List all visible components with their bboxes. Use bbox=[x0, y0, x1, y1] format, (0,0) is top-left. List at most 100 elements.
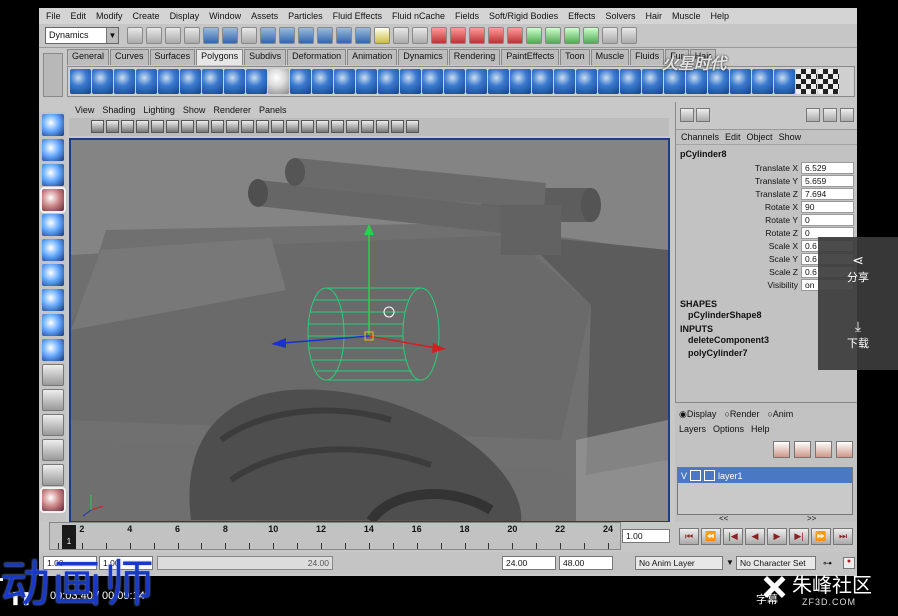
grid-toggle-icon[interactable] bbox=[241, 120, 254, 133]
save-scene-icon[interactable] bbox=[165, 27, 181, 44]
history-icon[interactable] bbox=[526, 27, 542, 44]
share-button[interactable]: ⋖ 分享 bbox=[818, 237, 898, 303]
viewport-menu-shading[interactable]: Shading bbox=[98, 105, 139, 115]
poly-bridge-icon[interactable] bbox=[444, 69, 465, 94]
wireframe-icon[interactable] bbox=[256, 120, 269, 133]
shelf-tab-toon[interactable]: Toon bbox=[560, 49, 590, 65]
paint-select-tool-icon[interactable] bbox=[41, 164, 64, 186]
shelf-side-buttons[interactable] bbox=[43, 53, 63, 97]
menu-display[interactable]: Display bbox=[165, 11, 205, 21]
attr-name[interactable]: Rotate Y bbox=[676, 215, 801, 225]
mask-surface-icon[interactable] bbox=[317, 27, 333, 44]
layout-four-icon[interactable] bbox=[41, 389, 64, 411]
mask-joint-icon[interactable] bbox=[279, 27, 295, 44]
playback-end-field[interactable]: 24.00 bbox=[502, 556, 556, 570]
soft-modification-icon[interactable] bbox=[41, 289, 64, 311]
resolution-gate-icon[interactable] bbox=[166, 120, 179, 133]
attr-name[interactable]: Rotate Z bbox=[676, 228, 801, 238]
poly-boolean-icon[interactable] bbox=[312, 69, 333, 94]
viewport-menu-panels[interactable]: Panels bbox=[255, 105, 291, 115]
mask-handle-icon[interactable] bbox=[260, 27, 276, 44]
viewport-menu-view[interactable]: View bbox=[71, 105, 98, 115]
new-layer-icon[interactable] bbox=[815, 441, 832, 458]
poly-smooth-icon[interactable] bbox=[334, 69, 355, 94]
attr-value[interactable]: 5.659 bbox=[801, 174, 854, 187]
attr-name[interactable]: Visibility bbox=[676, 280, 801, 290]
snap-point-icon[interactable] bbox=[469, 27, 485, 44]
poly-poke-icon[interactable] bbox=[642, 69, 663, 94]
poly-cube-icon[interactable] bbox=[92, 69, 113, 94]
universal-manipulator-icon[interactable] bbox=[41, 264, 64, 286]
ipr-render-icon[interactable] bbox=[583, 27, 599, 44]
rotate-tool-icon[interactable] bbox=[41, 214, 64, 236]
last-tool-icon[interactable] bbox=[41, 339, 64, 361]
menu-file[interactable]: File bbox=[41, 11, 66, 21]
mask-curve-icon[interactable] bbox=[298, 27, 314, 44]
menu-edit[interactable]: Edit bbox=[66, 11, 92, 21]
current-frame-field[interactable]: 1.00 bbox=[622, 529, 670, 543]
play-forwards-icon[interactable]: ▶ bbox=[767, 528, 787, 545]
bookmarks-icon[interactable] bbox=[121, 120, 134, 133]
wireframe-on-shaded-icon[interactable] bbox=[286, 120, 299, 133]
menu-help[interactable]: Help bbox=[705, 11, 734, 21]
shelf-tab-rendering[interactable]: Rendering bbox=[448, 49, 501, 65]
shelf-tab-surfaces[interactable]: Surfaces bbox=[149, 49, 196, 65]
layer-editor-toggle-icon[interactable] bbox=[823, 108, 837, 122]
poly-sphere-icon[interactable] bbox=[70, 69, 91, 94]
select-hierarchy-icon[interactable] bbox=[184, 27, 200, 44]
poly-torus-icon[interactable] bbox=[180, 69, 201, 94]
new-layer-selected-icon[interactable] bbox=[836, 441, 853, 458]
attribute-editor-toggle-icon[interactable] bbox=[696, 108, 710, 122]
shelf-tab-fluids[interactable]: Fluids bbox=[630, 49, 665, 65]
poly-separate-icon[interactable] bbox=[290, 69, 311, 94]
poly-merge-icon[interactable] bbox=[576, 69, 597, 94]
film-gate-icon[interactable] bbox=[151, 120, 164, 133]
menu-modify[interactable]: Modify bbox=[91, 11, 128, 21]
channel-box-options-icon[interactable] bbox=[840, 108, 854, 122]
select-component-icon[interactable] bbox=[222, 27, 238, 44]
time-ruler[interactable]: 1 2 4 6 8 10 12 14 16 18 20 22 24 bbox=[49, 522, 621, 550]
layer-row[interactable]: V layer1 bbox=[678, 468, 852, 483]
poly-collapse-icon[interactable] bbox=[598, 69, 619, 94]
select-object-icon[interactable] bbox=[203, 27, 219, 44]
attr-value[interactable]: 0 bbox=[801, 213, 854, 226]
lights-icon[interactable] bbox=[316, 120, 329, 133]
download-button[interactable]: ⤓ 下载 bbox=[818, 303, 898, 369]
tool-settings-icon[interactable] bbox=[806, 108, 820, 122]
poly-plane-icon[interactable] bbox=[158, 69, 179, 94]
viewport-menu-show[interactable]: Show bbox=[179, 105, 210, 115]
layout-graph-icon[interactable] bbox=[41, 464, 64, 486]
menu-effects[interactable]: Effects bbox=[563, 11, 600, 21]
shelf-tab-general[interactable]: General bbox=[67, 49, 110, 65]
lasso-tool-icon[interactable] bbox=[41, 139, 64, 161]
layer-mode-anim[interactable]: Anim bbox=[767, 409, 794, 420]
poly-fill-hole-icon[interactable] bbox=[400, 69, 421, 94]
poly-wedge-icon[interactable] bbox=[620, 69, 641, 94]
open-scene-icon[interactable] bbox=[146, 27, 162, 44]
go-to-start-icon[interactable]: ⏮ bbox=[679, 528, 699, 545]
menu-assets[interactable]: Assets bbox=[246, 11, 283, 21]
layer-name[interactable]: layer1 bbox=[718, 471, 743, 481]
poly-offset-edge-icon[interactable] bbox=[532, 69, 553, 94]
menu-create[interactable]: Create bbox=[128, 11, 165, 21]
poly-pyramid-icon[interactable] bbox=[224, 69, 245, 94]
stereo-icon[interactable] bbox=[391, 120, 404, 133]
poly-mirror-icon[interactable] bbox=[378, 69, 399, 94]
channel-menu-object[interactable]: Object bbox=[744, 132, 776, 142]
xray-icon[interactable] bbox=[346, 120, 359, 133]
layer-mode-display[interactable]: Display bbox=[679, 409, 717, 420]
shadows-icon[interactable] bbox=[331, 120, 344, 133]
poly-append-icon[interactable] bbox=[466, 69, 487, 94]
mask-icon[interactable] bbox=[241, 27, 257, 44]
layer-visibility[interactable]: V bbox=[681, 471, 687, 481]
move-layer-down-icon[interactable] bbox=[794, 441, 811, 458]
viewport-menu-renderer[interactable]: Renderer bbox=[209, 105, 255, 115]
poly-cylinder-icon[interactable] bbox=[114, 69, 135, 94]
high-quality-icon[interactable] bbox=[406, 120, 419, 133]
attr-name[interactable]: Translate Z bbox=[676, 189, 801, 199]
end-time-field[interactable]: 48.00 bbox=[559, 556, 613, 570]
channel-menu-edit[interactable]: Edit bbox=[722, 132, 744, 142]
select-tool-icon[interactable] bbox=[41, 114, 64, 136]
character-set-select[interactable]: No Character Set bbox=[736, 556, 816, 570]
snap-plane-icon[interactable] bbox=[488, 27, 504, 44]
